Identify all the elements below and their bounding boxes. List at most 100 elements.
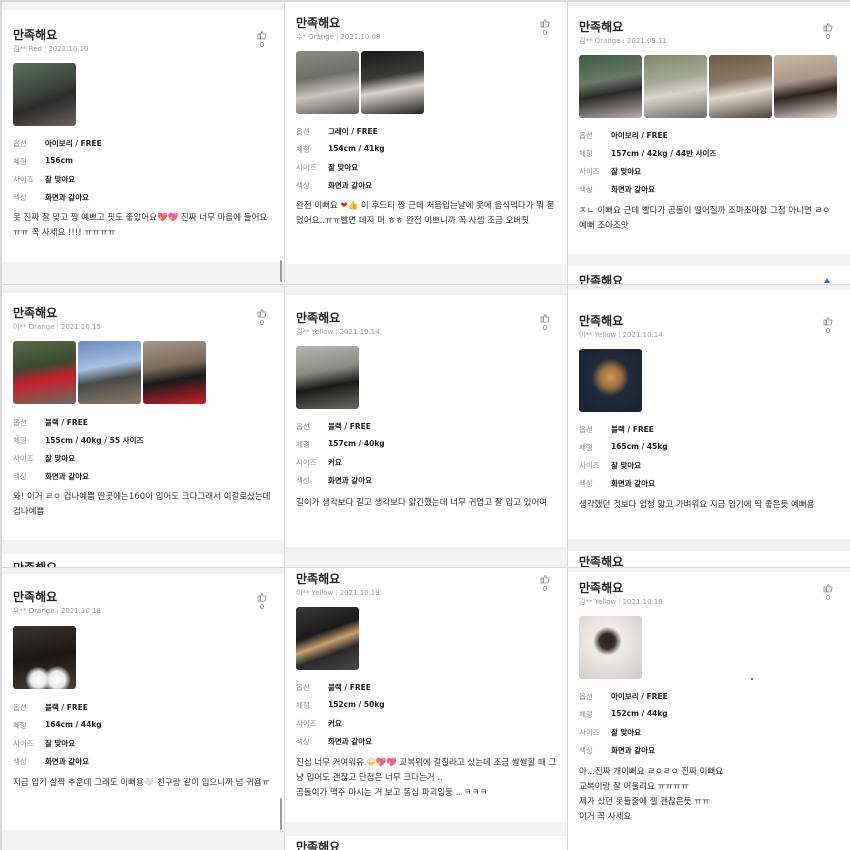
date: 2021.10.14: [622, 331, 663, 339]
review-title: 만족해요: [13, 28, 58, 42]
author: 수* Orange: [296, 33, 335, 41]
like-button[interactable]: 0: [539, 574, 551, 593]
review-card-3: 만족해요 김** Orange | 2021.09.11 0 옵션 아이보리 / FR…: [568, 2, 850, 284]
thumbs-up-emoji-icon: 👍: [347, 201, 359, 211]
review-photos: [579, 55, 837, 118]
review-photos: [579, 616, 642, 679]
review-photo[interactable]: [13, 626, 76, 689]
body-row: 체형 155cm / 40kg / 55 사이즈: [13, 436, 144, 445]
review-photo[interactable]: [579, 349, 642, 412]
review-meta: 김** Yellow | 2021.10.14: [296, 328, 380, 336]
review-text: 지금 입기 살짝 추운데 그래도 이뻐용🤍 친구랑 같이 입으니까 넘 귀욤ㅠ: [13, 778, 270, 788]
like-button[interactable]: 0: [539, 18, 551, 37]
color-row: 색상 화면과 같아요: [579, 185, 656, 194]
like-button[interactable]: 0: [539, 313, 551, 332]
review-meta: 김** Red | 2021.10.10: [13, 45, 89, 53]
review-card-6: 만족해요 이** Yellow | 2021.10.14 0 옵션 블랙 / FREE…: [568, 285, 850, 567]
review-title: 만족해요: [13, 590, 58, 604]
review-card-1: 만족해요 김** Red | 2021.10.10 0 옵션 아이보리 / FREE …: [2, 2, 284, 284]
thumbs-up-icon: [540, 19, 550, 28]
thumbs-up-icon: [540, 575, 550, 584]
review-photo[interactable]: [78, 341, 141, 404]
body-row: 체형 154cm / 41kg: [296, 144, 385, 154]
card-bottom-divider: [285, 547, 567, 567]
like-count: 0: [825, 594, 831, 602]
option-row: 옵션 블랙 / FREE: [296, 683, 371, 692]
like-button[interactable]: 0: [822, 22, 834, 41]
size-row: 사이즈 잘 맞아요: [13, 175, 76, 184]
review-meta: 유** Orange | 2021.10.18: [13, 607, 101, 615]
review-photo[interactable]: [579, 616, 642, 679]
next-review-title: 만족해요: [296, 840, 341, 850]
like-button[interactable]: 0: [256, 30, 268, 49]
option-row: 옵션 블랙 / FREE: [579, 425, 654, 434]
card-top-divider: [568, 2, 850, 6]
author: 김** Yellow: [296, 328, 334, 336]
like-button[interactable]: 0: [822, 583, 834, 602]
size-row: 사이즈 잘 맞아요: [579, 728, 642, 737]
date: 2021.10.18: [60, 607, 101, 615]
card-bottom-divider: [285, 264, 567, 284]
review-photo[interactable]: [709, 55, 772, 118]
stray-dot: [751, 678, 753, 680]
review-photo[interactable]: [774, 55, 837, 118]
thumbs-up-icon: [257, 309, 267, 318]
thumbs-up-icon: [823, 23, 833, 32]
review-text: 아...진짜 개이뻐요 ㄹㅇㄹㅇ 진짜 이뻐요 교복이랑 잘 어울려요 ㅠㅠㅠㅠ…: [579, 767, 724, 822]
heart-emoji-icon: 💖💖: [157, 213, 179, 223]
review-photo[interactable]: [296, 346, 359, 409]
like-button[interactable]: 0: [822, 316, 834, 335]
review-photo[interactable]: [579, 55, 642, 118]
review-photo[interactable]: [13, 341, 76, 404]
color-row: 색상 화면과 같아요: [13, 472, 90, 481]
review-photo[interactable]: [296, 51, 359, 114]
review-photos: [296, 346, 359, 409]
date: 2021.10.10: [48, 45, 89, 53]
card-divider: [568, 254, 850, 266]
review-title: 만족해요: [296, 572, 341, 586]
review-photo[interactable]: [296, 607, 359, 670]
red-heart-emoji-icon: ❤: [340, 201, 348, 211]
review-title: 만족해요: [579, 581, 624, 595]
date: 2021.10.15: [60, 323, 101, 331]
body-row: 체형 152cm / 50kg: [296, 700, 385, 710]
color-row: 색상 화면과 같아요: [13, 757, 90, 766]
review-title: 만족해요: [296, 311, 341, 325]
review-photo[interactable]: [13, 63, 76, 126]
review-photo[interactable]: [143, 341, 206, 404]
date: 2021.10.19: [339, 589, 380, 597]
size-row: 사이즈 커요: [296, 458, 342, 467]
review-photos: [296, 607, 359, 670]
like-count: 0: [825, 327, 831, 335]
thumbs-up-icon: [823, 317, 833, 326]
like-button[interactable]: 0: [256, 592, 268, 611]
scrollbar[interactable]: [280, 260, 282, 282]
review-meta: 이** Yellow | 2021.10.19: [296, 589, 380, 597]
author: 이** Yellow: [579, 331, 617, 339]
body-row: 체형 164cm / 44kg: [13, 720, 102, 730]
author: 김** Red: [13, 45, 42, 53]
review-photo[interactable]: [644, 55, 707, 118]
review-meta: 수* Orange | 2021.10.08: [296, 33, 381, 41]
color-row: 색상 화면과 같아요: [579, 746, 656, 755]
review-photos: [13, 63, 76, 126]
scroll-up-icon[interactable]: [824, 278, 830, 283]
option-row: 옵션 아이보리 / FREE: [579, 131, 668, 140]
scrollbar[interactable]: [280, 798, 282, 830]
review-text: 와! 이거 ㄹㅇ 겁나예쁨 딴곳에는160이 입어도 크다그래서 이걸로샀는데 …: [13, 492, 271, 517]
thumbs-up-icon: [257, 593, 267, 602]
date: 2021.10.08: [340, 33, 381, 41]
review-card-9: 만족해요 김** Yellow | 2021.10.18 0 옵션 아이보리 / FR…: [568, 568, 850, 850]
like-count: 0: [259, 41, 265, 49]
like-button[interactable]: 0: [256, 308, 268, 327]
date: 2021.09.11: [626, 37, 667, 45]
review-photo[interactable]: [361, 51, 424, 114]
review-card-8: 만족해요 이** Yellow | 2021.10.19 0 옵션 블랙 / FREE…: [285, 568, 567, 850]
color-row: 색상 화면과 같아요: [296, 737, 373, 746]
next-review-title: 만족해요: [579, 274, 624, 284]
size-row: 사이즈 잘 맞아요: [13, 454, 76, 463]
option-row: 옵션 블랙 / FREE: [13, 418, 88, 427]
option-row: 옵션 아이보리 / FREE: [13, 139, 102, 148]
option-row: 옵션 아이보리 / FREE: [579, 692, 668, 701]
review-card-2: 만족해요 수* Orange | 2021.10.08 0 옵션 그레이 / FREE…: [285, 2, 567, 284]
